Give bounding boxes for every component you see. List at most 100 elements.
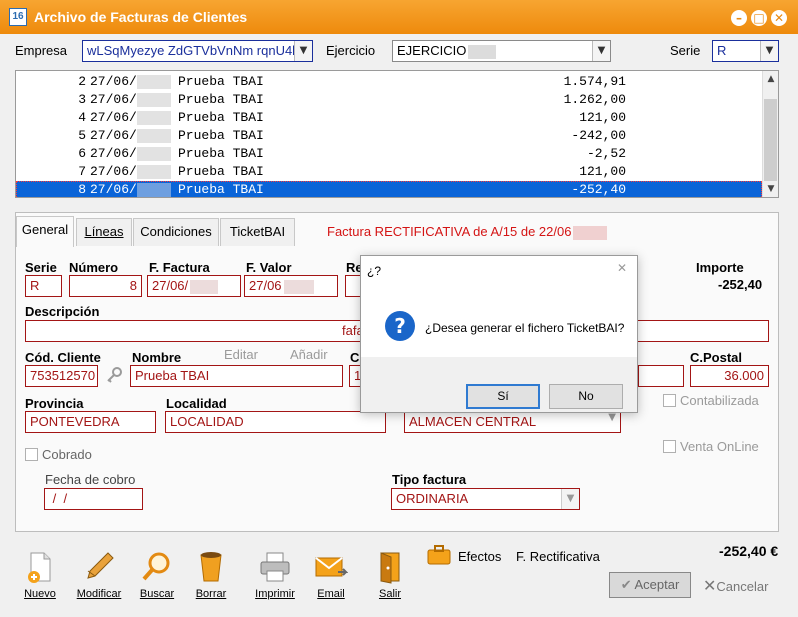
confirm-dialog: ¿? ✕ ? ¿Desea generar el fichero TicketB… [360, 255, 638, 413]
codcliente-field[interactable]: 753512570 [25, 365, 98, 387]
chevron-down-icon[interactable]: ▼ [561, 489, 579, 509]
ejercicio-label: Ejercicio [326, 43, 376, 58]
factura-title: Factura RECTIFICATIVA de A/15 de 22/06 [327, 224, 608, 240]
scroll-up-icon[interactable]: ▲ [763, 71, 778, 87]
tab-general[interactable]: General [16, 216, 74, 247]
tipofactura-select[interactable]: ORDINARIA ▼ [391, 488, 580, 510]
tipofactura-value: ORDINARIA [396, 491, 469, 506]
tab-ticketbai[interactable]: TicketBAI [220, 218, 295, 246]
tab-lineas[interactable]: Líneas [76, 218, 132, 246]
redacted-text [283, 279, 314, 294]
ventaonline-checkbox[interactable] [663, 440, 676, 453]
empresa-value: wLSqMyezye ZdGTVbVnNm rqnU4l [87, 43, 296, 58]
serie-select[interactable]: R ▼ [712, 40, 779, 62]
chevron-down-icon[interactable]: ▼ [592, 41, 610, 61]
ffactura-field[interactable]: 27/06/ [147, 275, 241, 297]
fechacobro-field[interactable]: / / [44, 488, 143, 510]
dialog-close-icon[interactable]: ✕ [617, 261, 627, 275]
check-icon: ✔ [620, 578, 632, 593]
maximize-icon[interactable]: □ [751, 10, 767, 26]
numero-field[interactable]: 8 [69, 275, 142, 297]
nuevo-button[interactable]: Nuevo [15, 550, 65, 600]
invoice-list[interactable]: 2 27/06/Prueba TBAI 1.574,91 3 27/06/Prueba … [15, 70, 779, 198]
row-date: 27/06/ [90, 182, 137, 197]
tab-condiciones[interactable]: Condiciones [133, 218, 219, 246]
trash-icon [194, 550, 228, 584]
rectificativa-button[interactable]: F. Rectificativa [516, 549, 600, 564]
chevron-down-icon[interactable]: ▼ [608, 412, 616, 423]
table-row[interactable]: 6 27/06/Prueba TBAI -2,52 [16, 145, 762, 163]
vertical-scrollbar[interactable]: ▲ ▼ [762, 71, 778, 197]
yes-button[interactable]: Sí [466, 384, 540, 409]
briefcase-icon[interactable] [427, 545, 451, 565]
cancel-x-icon: ✕ [703, 576, 717, 595]
imprimir-button[interactable]: Imprimir [250, 550, 300, 600]
row-date-cell: 27/06/ [90, 91, 171, 109]
row-amount: -242,00 [571, 128, 626, 143]
borrar-label: Borrar [195, 588, 227, 600]
redacted-text [190, 279, 219, 294]
ejercicio-select[interactable]: EJERCICIO ▼ [392, 40, 611, 62]
efectos-button[interactable]: Efectos [458, 549, 501, 564]
table-row[interactable]: 8 27/06/Prueba TBAI -252,40 [16, 181, 762, 197]
provincia-field[interactable]: PONTEVEDRA [25, 411, 156, 433]
editar-link[interactable]: Editar [224, 347, 258, 362]
salir-button[interactable]: Salir [365, 550, 415, 600]
almacen-select[interactable]: ALMACEN CENTRAL ▼ [404, 411, 621, 433]
localidad-field[interactable]: LOCALIDAD [165, 411, 386, 433]
buscar-label: Buscar [139, 588, 175, 600]
email-button[interactable]: Email [306, 550, 356, 600]
cpostal-field[interactable]: 36.000 [690, 365, 769, 387]
row-amount: 1.262,00 [563, 92, 626, 107]
cobrado-checkbox[interactable] [25, 448, 38, 461]
table-row[interactable]: 7 27/06/Prueba TBAI 121,00 [16, 163, 762, 181]
table-row[interactable]: 4 27/06/Prueba TBAI 121,00 [16, 109, 762, 127]
row-date: 27/06/ [90, 110, 137, 125]
row-date-cell: 27/06/ [90, 109, 171, 127]
row-date-cell: 27/06/ [90, 163, 171, 181]
exit-door-icon [373, 550, 407, 584]
close-icon[interactable]: ✕ [771, 10, 787, 26]
key-icon[interactable] [105, 366, 123, 384]
row-amount: 121,00 [579, 164, 626, 179]
tab-condiciones-label: Condiciones [140, 224, 212, 239]
table-row[interactable]: 5 27/06/Prueba TBAI -242,00 [16, 127, 762, 145]
redacted-text [136, 74, 171, 89]
fvalor-label: F. Valor [246, 260, 292, 275]
buscar-button[interactable]: Buscar [132, 550, 182, 600]
fvalor-field[interactable]: 27/06 [244, 275, 338, 297]
minimize-icon[interactable]: – [731, 10, 747, 26]
dialog-message: ¿Desea generar el fichero TicketBAI? [425, 321, 625, 335]
provincia-label: Provincia [25, 396, 84, 411]
window-title: Archivo de Facturas de Clientes [34, 9, 248, 25]
no-button[interactable]: No [549, 384, 623, 409]
row-number: 6 [78, 146, 86, 161]
fvalor-value: 27/06 [249, 278, 282, 293]
chevron-down-icon[interactable]: ▼ [294, 41, 312, 61]
serie-label: Serie [670, 43, 701, 58]
modificar-button[interactable]: Modificar [72, 550, 126, 600]
empresa-select[interactable]: wLSqMyezye ZdGTVbVnNm rqnU4l ▼ [82, 40, 313, 62]
borrar-button[interactable]: Borrar [186, 550, 236, 600]
row-client-name: Prueba TBAI [178, 110, 264, 125]
app-icon: 16 [9, 8, 27, 26]
cancelar-button[interactable]: ✕Cancelar [703, 576, 768, 595]
table-row[interactable]: 3 27/06/Prueba TBAI 1.262,00 [16, 91, 762, 109]
aceptar-button[interactable]: ✔ Aceptar [609, 572, 691, 598]
direccion-field[interactable] [638, 365, 684, 387]
row-date: 27/06/ [90, 146, 137, 161]
empresa-label: Empresa [15, 43, 68, 58]
total-value: -252,40 € [719, 543, 779, 559]
table-row[interactable]: 2 27/06/Prueba TBAI 1.574,91 [16, 73, 762, 91]
scroll-thumb[interactable] [764, 99, 777, 181]
contabilizada-checkbox[interactable] [663, 394, 676, 407]
ventaonline-label: Venta OnLine [680, 439, 759, 454]
nombre-label: Nombre [132, 350, 182, 365]
serie-field[interactable]: R [25, 275, 62, 297]
anadir-link[interactable]: Añadir [290, 347, 328, 362]
nombre-field[interactable]: Prueba TBAI [130, 365, 343, 387]
row-date-cell: 27/06/ [90, 181, 171, 197]
chevron-down-icon[interactable]: ▼ [760, 41, 778, 61]
scroll-down-icon[interactable]: ▼ [763, 181, 778, 197]
row-amount: 1.574,91 [563, 74, 626, 89]
